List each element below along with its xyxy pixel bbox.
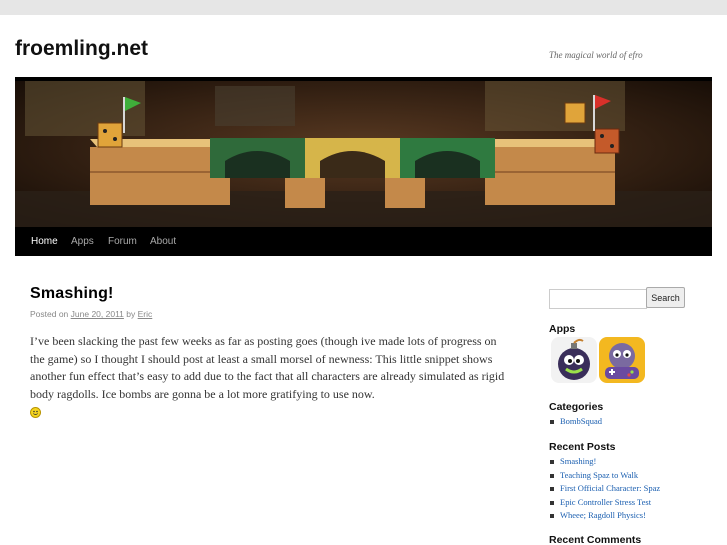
smiley-icon [30,406,41,418]
nav-home[interactable]: Home [31,227,58,256]
site-title[interactable]: froemling.net [15,37,148,61]
post-author-link[interactable]: Eric [138,309,153,319]
list-item: BombSquad [549,415,602,429]
main-navigation: Home Apps Forum About [15,227,712,256]
apps-heading: Apps [549,323,576,335]
recent-post-link[interactable]: Wheee; Ragdoll Physics! [560,510,646,520]
categories-heading: Categories [549,401,604,413]
recent-post-link[interactable]: Smashing! [560,456,596,466]
list-item: First Official Character: Spaz [549,482,660,496]
list-item: Epic Controller Stress Test [549,496,660,510]
by-label: by [126,309,136,319]
nav-apps[interactable]: Apps [71,227,94,256]
bomb-squad-app-icon[interactable] [551,337,597,383]
post-meta: Posted on June 20, 2011 by Eric [30,309,152,319]
category-link[interactable]: BombSquad [560,416,602,426]
list-item: Teaching Spaz to Walk [549,469,660,483]
posted-on-label: Posted on [30,309,69,319]
recent-post-link[interactable]: Epic Controller Stress Test [560,497,651,507]
nav-forum[interactable]: Forum [108,227,137,256]
recent-comments-heading: Recent Comments [549,534,642,545]
search-input[interactable] [549,289,647,309]
recent-post-link[interactable]: Teaching Spaz to Walk [560,470,638,480]
post-body-text: I’ve been slacking the past few weeks as… [30,334,505,401]
list-item: Smashing! [549,455,660,469]
recent-posts-list: Smashing! Teaching Spaz to Walk First Of… [549,455,660,523]
post-title[interactable]: Smashing! [30,285,114,303]
header-banner-image [15,77,712,231]
post-content: I’ve been slacking the past few weeks as… [30,333,510,421]
categories-list: BombSquad [549,415,602,429]
search-button[interactable]: Search [646,287,685,308]
nav-about[interactable]: About [150,227,176,256]
page: froemling.net The magical world of efro [0,15,727,545]
header-banner-art [15,81,712,231]
recent-post-link[interactable]: First Official Character: Spaz [560,483,660,493]
bomb-squad-remote-app-icon[interactable] [599,337,645,383]
recent-posts-heading: Recent Posts [549,441,616,453]
list-item: Wheee; Ragdoll Physics! [549,509,660,523]
post-date-link[interactable]: June 20, 2011 [71,309,124,319]
site-description: The magical world of efro [549,50,643,60]
